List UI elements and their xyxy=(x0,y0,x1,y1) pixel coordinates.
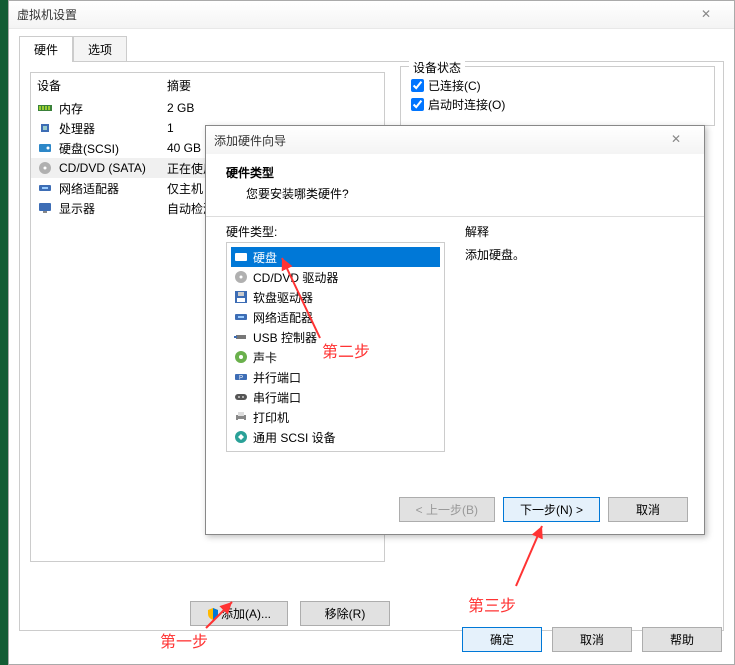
cd-icon xyxy=(233,270,249,284)
svg-text:P: P xyxy=(239,376,243,382)
disk-icon xyxy=(233,250,249,264)
col-summary: 摘要 xyxy=(167,77,191,94)
device-summary: 仅主机 xyxy=(167,180,203,197)
explain-column: 解释 添加硬盘。 xyxy=(465,223,684,452)
main-title: 虚拟机设置 xyxy=(17,6,686,23)
item-label: 并行端口 xyxy=(253,369,301,386)
main-titlebar: 虚拟机设置 ✕ xyxy=(9,1,734,29)
tab-hardware[interactable]: 硬件 xyxy=(19,36,73,62)
device-status-group: 设备状态 已连接(C) 启动时连接(O) xyxy=(400,66,715,126)
close-icon[interactable]: ✕ xyxy=(686,5,726,25)
back-button: < 上一步(B) xyxy=(399,497,495,522)
device-name: 处理器 xyxy=(59,120,167,137)
tab-options[interactable]: 选项 xyxy=(73,36,127,62)
wizard-footer: < 上一步(B) 下一步(N) > 取消 xyxy=(399,497,688,522)
wizard-header: 硬件类型 您要安装哪类硬件? xyxy=(206,154,704,216)
floppy-icon xyxy=(233,290,249,304)
remove-button[interactable]: 移除(R) xyxy=(300,601,390,626)
device-summary: 40 GB xyxy=(167,141,201,155)
item-label: 硬盘 xyxy=(253,249,277,266)
device-row[interactable]: 内存2 GB xyxy=(31,98,384,118)
item-label: USB 控制器 xyxy=(253,329,317,346)
shield-icon xyxy=(207,608,219,620)
hardware-type-item[interactable]: P 并行端口 xyxy=(231,367,440,387)
add-button[interactable]: 添加(A)... xyxy=(190,601,288,626)
display-icon xyxy=(37,201,53,215)
device-name: CD/DVD (SATA) xyxy=(59,161,167,175)
cancel-button[interactable]: 取消 xyxy=(552,627,632,652)
cpu-icon xyxy=(37,121,53,135)
explain-label: 解释 xyxy=(465,223,684,240)
wizard-cancel-button[interactable]: 取消 xyxy=(608,497,688,522)
item-label: 串行端口 xyxy=(253,389,301,406)
hardware-type-item[interactable]: 网络适配器 xyxy=(231,307,440,327)
wizard-titlebar: 添加硬件向导 ✕ xyxy=(206,126,704,154)
tabs: 硬件 选项 xyxy=(19,35,734,61)
hardware-type-item[interactable]: 串行端口 xyxy=(231,387,440,407)
type-column: 硬件类型: 硬盘 CD/DVD 驱动器软盘驱动器网络适配器 USB 控制器声卡 P 并行… xyxy=(226,223,445,452)
scsi-icon xyxy=(233,430,249,444)
hardware-type-list[interactable]: 硬盘 CD/DVD 驱动器软盘驱动器网络适配器 USB 控制器声卡 P 并行端口串行端口… xyxy=(226,242,445,452)
status-legend: 设备状态 xyxy=(409,59,465,76)
disk-icon xyxy=(37,141,53,155)
wizard-content: 硬件类型: 硬盘 CD/DVD 驱动器软盘驱动器网络适配器 USB 控制器声卡 P 并行… xyxy=(206,217,704,458)
device-header: 设备 摘要 xyxy=(31,73,384,98)
device-summary: 2 GB xyxy=(167,101,194,115)
device-buttons: 添加(A)... 移除(R) xyxy=(190,601,390,626)
wizard-heading: 硬件类型 xyxy=(226,164,684,181)
close-icon[interactable]: ✕ xyxy=(656,130,696,150)
hardware-type-item[interactable]: 通用 SCSI 设备 xyxy=(231,427,440,447)
main-actions: 确定 取消 帮助 xyxy=(462,627,722,652)
hardware-type-item[interactable]: CD/DVD 驱动器 xyxy=(231,267,440,287)
memory-icon xyxy=(37,101,53,115)
device-summary: 1 xyxy=(167,121,174,135)
item-label: 声卡 xyxy=(253,349,277,366)
device-name: 网络适配器 xyxy=(59,180,167,197)
net-icon xyxy=(37,181,53,195)
device-name: 内存 xyxy=(59,100,167,117)
usb-icon xyxy=(233,330,249,344)
explain-text: 添加硬盘。 xyxy=(465,242,684,263)
connect-on-checkbox[interactable]: 启动时连接(O) xyxy=(411,96,704,113)
hardware-type-item[interactable]: USB 控制器 xyxy=(231,327,440,347)
col-device: 设备 xyxy=(37,77,167,94)
cd-icon xyxy=(37,161,53,175)
serial-icon xyxy=(233,390,249,404)
net-icon xyxy=(233,310,249,324)
sound-icon xyxy=(233,350,249,364)
ok-button[interactable]: 确定 xyxy=(462,627,542,652)
hardware-type-item[interactable]: 软盘驱动器 xyxy=(231,287,440,307)
next-button[interactable]: 下一步(N) > xyxy=(503,497,600,522)
printer-icon xyxy=(233,410,249,424)
item-label: 软盘驱动器 xyxy=(253,289,313,306)
wizard-sub: 您要安装哪类硬件? xyxy=(246,185,684,202)
connected-checkbox[interactable]: 已连接(C) xyxy=(411,77,704,94)
parallel-icon: P xyxy=(233,370,249,384)
device-name: 显示器 xyxy=(59,200,167,217)
item-label: 网络适配器 xyxy=(253,309,313,326)
list-label: 硬件类型: xyxy=(226,223,445,240)
add-hardware-wizard: 添加硬件向导 ✕ 硬件类型 您要安装哪类硬件? 硬件类型: 硬盘 CD/DVD 驱… xyxy=(205,125,705,535)
hardware-type-item[interactable]: 打印机 xyxy=(231,407,440,427)
item-label: 通用 SCSI 设备 xyxy=(253,429,336,446)
help-button[interactable]: 帮助 xyxy=(642,627,722,652)
hardware-type-item[interactable]: 硬盘 xyxy=(231,247,440,267)
hardware-type-item[interactable]: 声卡 xyxy=(231,347,440,367)
item-label: CD/DVD 驱动器 xyxy=(253,269,338,286)
item-label: 打印机 xyxy=(253,409,289,426)
device-name: 硬盘(SCSI) xyxy=(59,140,167,157)
wizard-title: 添加硬件向导 xyxy=(214,132,656,149)
